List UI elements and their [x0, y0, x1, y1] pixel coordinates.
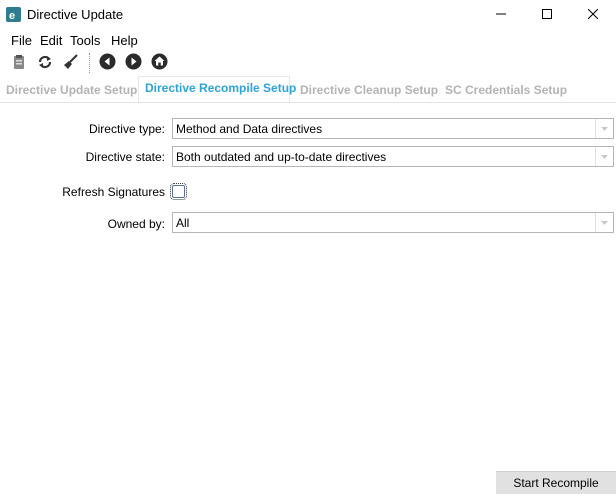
- directive-type-value: Method and Data directives: [176, 122, 323, 136]
- directive-state-label: Directive state:: [85, 150, 165, 164]
- maximize-icon: [542, 8, 552, 22]
- forward-icon: [125, 53, 142, 73]
- menu-help[interactable]: Help: [111, 33, 138, 48]
- directive-app-icon: e: [6, 7, 21, 22]
- maximize-button[interactable]: [524, 0, 570, 30]
- owned-by-label: Owned by:: [107, 217, 165, 231]
- broom-icon: [63, 53, 79, 73]
- chevron-down-icon[interactable]: [595, 119, 613, 138]
- title-bar: e Directive Update: [0, 0, 616, 30]
- minimize-button[interactable]: [478, 0, 524, 30]
- forward-button[interactable]: [123, 53, 143, 73]
- minimize-icon: [496, 8, 506, 22]
- refresh-button[interactable]: [35, 53, 55, 73]
- menu-tools[interactable]: Tools: [70, 33, 100, 48]
- clean-button[interactable]: [61, 53, 81, 73]
- tab-directive-recompile-setup[interactable]: Directive Recompile Setup: [145, 81, 296, 95]
- close-button[interactable]: [570, 0, 616, 30]
- menu-file[interactable]: File: [11, 33, 32, 48]
- paste-button[interactable]: [9, 53, 29, 73]
- toolbar: [0, 51, 616, 75]
- directive-state-value: Both outdated and up-to-date directives: [176, 150, 387, 164]
- home-icon: [151, 53, 168, 73]
- svg-text:e: e: [9, 10, 15, 22]
- chevron-down-icon[interactable]: [595, 147, 613, 166]
- refresh-icon: [37, 54, 53, 73]
- chevron-down-icon[interactable]: [595, 213, 613, 232]
- refresh-signatures-label: Refresh Signatures: [62, 185, 165, 199]
- tab-directive-cleanup-setup[interactable]: Directive Cleanup Setup: [300, 83, 438, 97]
- start-recompile-button[interactable]: Start Recompile: [496, 471, 616, 494]
- refresh-signatures-checkbox[interactable]: [170, 183, 187, 200]
- back-button[interactable]: [97, 53, 117, 73]
- window-title: Directive Update: [27, 7, 124, 22]
- directive-type-label: Directive type:: [88, 122, 165, 136]
- tab-sc-credentials-setup[interactable]: SC Credentials Setup: [445, 83, 567, 97]
- owned-by-select[interactable]: All: [172, 212, 614, 233]
- owned-by-value: All: [176, 216, 190, 230]
- toolbar-separator: [89, 53, 91, 73]
- home-button[interactable]: [149, 53, 169, 73]
- tab-directive-update-setup[interactable]: Directive Update Setup: [6, 83, 137, 97]
- back-icon: [99, 53, 116, 73]
- directive-type-select[interactable]: Method and Data directives: [172, 118, 614, 139]
- tab-strip: Directive Update Setup Directive Recompi…: [0, 76, 616, 103]
- clipboard-icon: [11, 54, 27, 73]
- directive-state-select[interactable]: Both outdated and up-to-date directives: [172, 146, 614, 167]
- menu-edit[interactable]: Edit: [40, 33, 62, 48]
- menu-bar: File Edit Tools Help: [0, 30, 616, 50]
- close-icon: [587, 8, 599, 22]
